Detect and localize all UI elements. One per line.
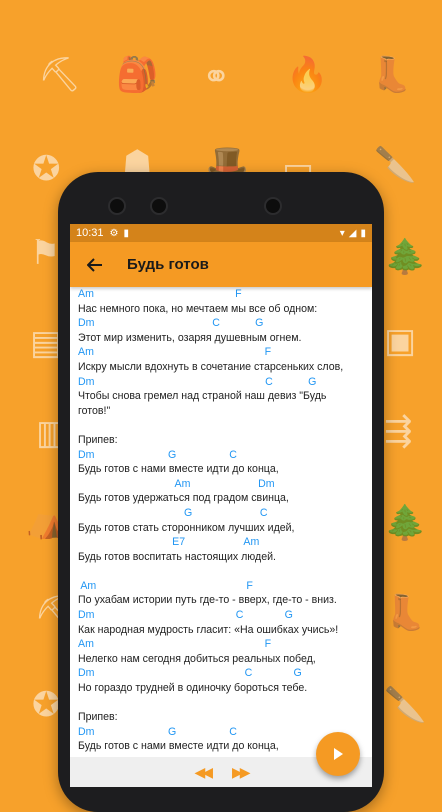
backpack-icon: 🎒 (116, 55, 159, 95)
chord-line: Dm C G (78, 667, 302, 680)
fast-forward-icon[interactable]: ▶▶ (232, 764, 250, 781)
trees-icon: 🌲 (384, 503, 427, 543)
knife-icon: 🔪 (384, 685, 427, 725)
back-button[interactable] (84, 254, 106, 276)
chord-line: Dm C G (78, 609, 293, 622)
page-title: Будь готов (127, 256, 209, 273)
settings-icon: ⚙ (109, 227, 119, 239)
lyric-line: Будь готов стать сторонником лучших идей… (78, 521, 295, 534)
lyric-line: Искру мысли вдохнуть в сочетание старсен… (78, 360, 344, 373)
lyric-line: Чтобы снова гремел над страной наш девиз… (78, 390, 327, 403)
boot-icon: 👢 (384, 593, 427, 633)
knife-icon: 🔪 (374, 145, 417, 185)
play-button[interactable] (316, 732, 360, 776)
campfire-icon: 🔥 (286, 55, 329, 95)
lyric-line: Будь готов воспитать настоящих людей. (78, 550, 276, 563)
lyric-line: Припев: (78, 711, 118, 724)
lyric-line: Припев: (78, 433, 118, 446)
chord-line: Am F (78, 346, 272, 359)
axe-icon: ⛏ (38, 55, 82, 95)
trees-icon: 🌲 (384, 237, 427, 277)
phone-screen: 10:31 ⚙ ▮ ▾ ◢ ▮ Будь готов Am F Нас немно… (70, 224, 372, 787)
status-bar: 10:31 ⚙ ▮ ▾ ◢ ▮ (70, 224, 372, 242)
chord-line: Am F (78, 288, 242, 300)
flag-icon: ⚑ (30, 233, 61, 273)
lyric-line: Будь готов удержаться под градом свинца, (78, 492, 289, 505)
chord-line: Dm C G (78, 317, 264, 330)
lyric-line: Будь готов с нами вместе идти до конца, (78, 463, 279, 476)
app-bar: Будь готов (70, 242, 372, 287)
signal-icon: ◢ (348, 227, 357, 239)
arrow-left-icon (87, 257, 102, 272)
lyric-line: Но гораздо трудней в одиночку бороться т… (78, 682, 308, 695)
front-speaker (264, 197, 282, 215)
front-sensor (150, 197, 168, 215)
lyric-line: Нелегко нам сегодня добиться реальных по… (78, 652, 316, 665)
signpost-icon: ⇶ (384, 411, 413, 451)
song-text[interactable]: Am F Нас немного пока, но мечтаем мы все … (78, 287, 366, 787)
lyric-line: готов!" (78, 404, 111, 417)
chord-line: Am F (78, 638, 272, 651)
chord-line: Dm G C (78, 448, 237, 461)
chord-line: Am F (78, 579, 253, 592)
rewind-icon[interactable]: ◀◀ (194, 764, 212, 781)
boot-icon: 👢 (370, 55, 413, 95)
front-camera (108, 197, 126, 215)
sim-card-icon: ▮ (123, 227, 130, 239)
chord-line: Am Dm (78, 477, 275, 490)
play-icon (334, 748, 343, 760)
wifi-icon: ▾ (339, 227, 345, 239)
lyric-line: По ухабам истории путь где-то - вверх, г… (78, 594, 337, 607)
lyric-line: Нас немного пока, но мечтаем мы все об о… (78, 302, 318, 315)
compass-icon: ✪ (32, 149, 61, 189)
binoculars-icon: ⚭ (202, 57, 231, 97)
compass-icon: ✪ (32, 685, 61, 725)
chord-line: Dm C G (78, 375, 317, 388)
lyric-line: Этот мир изменить, озаряя душевным огнем… (78, 331, 302, 344)
lyric-line: Как народная мудрость гласит: «На ошибка… (78, 623, 339, 636)
photo-icon: ▣ (384, 321, 417, 361)
chord-line: E7 Am (78, 536, 260, 549)
status-indicators: ▾ ◢ ▮ (340, 228, 366, 239)
battery-icon: ▮ (360, 227, 366, 239)
chord-line: G C (78, 506, 268, 519)
status-time: 10:31 (76, 227, 104, 239)
